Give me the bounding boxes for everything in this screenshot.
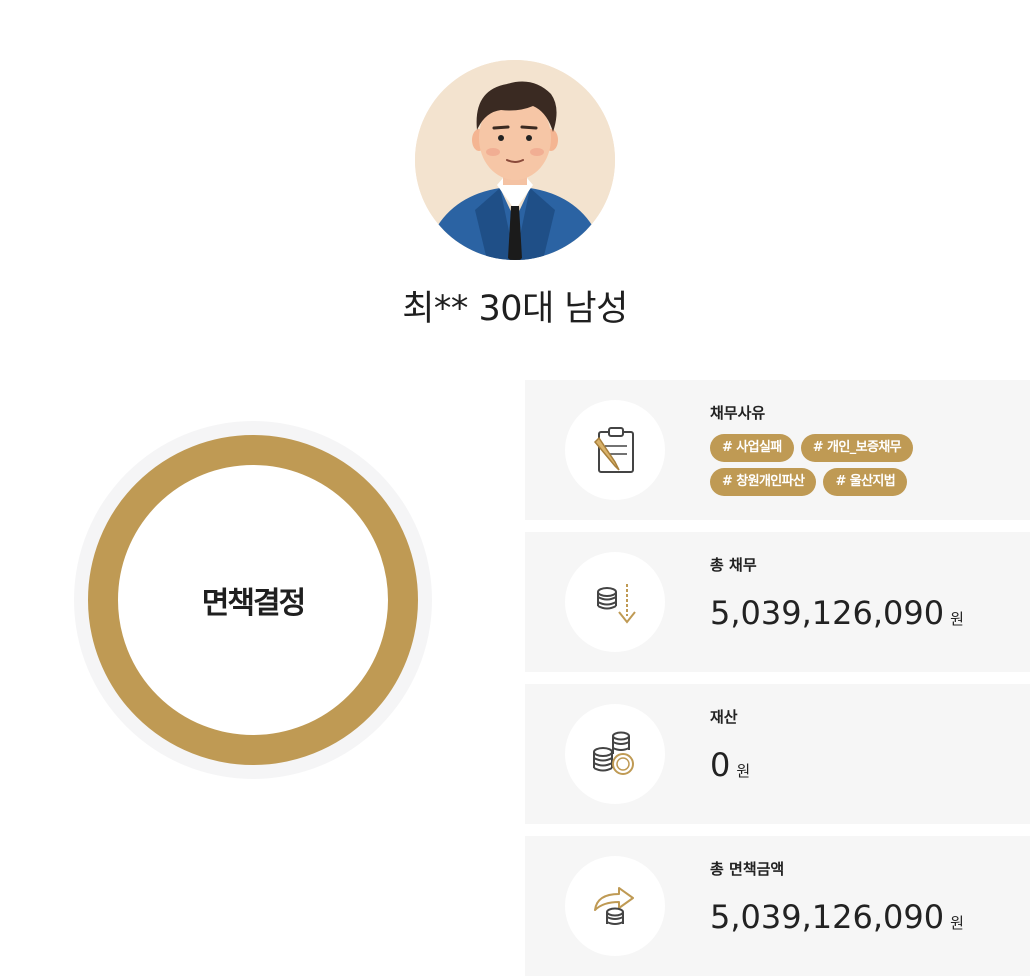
debt-reason-card: 채무사유 # 사업실패 # 개인_보증채무 # 창원개인파산 # 울산지법 [525,380,1030,520]
debt-reason-title: 채무사유 [710,404,766,422]
assets-title: 재산 [710,708,738,726]
icon-circle [565,856,665,956]
profile-avatar [415,60,615,260]
total-debt-unit: 원 [950,610,964,628]
icon-circle [565,552,665,652]
total-debt-card: 총 채무 5,039,126,090 원 [525,532,1030,672]
discharge-total-value-line: 5,039,126,090 원 [710,898,964,936]
reason-tag[interactable]: # 창원개인파산 [710,468,817,496]
coins-curved-arrow-icon [594,887,634,925]
total-debt-title: 총 채무 [710,556,757,574]
icon-circle [565,704,665,804]
coins-down-arrow-icon [597,584,636,624]
discharge-total-title: 총 면책금액 [710,860,785,878]
status-ring-container: 면책결정 [74,421,432,779]
reason-tag[interactable]: # 사업실패 [710,434,794,462]
discharge-total-value: 5,039,126,090 [710,898,945,936]
debt-reason-tags: # 사업실패 # 개인_보증채무 # 창원개인파산 # 울산지법 [710,434,1010,502]
assets-value-line: 0원 [710,746,750,784]
clipboard-pencil-icon [593,427,634,473]
icon-circle [565,400,665,500]
profile-name: 최** 30대 남성 [402,289,628,329]
discharge-total-card: 총 면책금액 5,039,126,090 원 [525,836,1030,976]
status-label: 면책결정 [201,586,306,621]
reason-tag[interactable]: # 울산지법 [823,468,908,496]
assets-unit: 원 [736,762,751,780]
man-in-suit-avatar-icon [415,60,615,260]
assets-card: 재산 0원 [525,684,1030,824]
reason-tag[interactable]: # 개인_보증채무 [800,434,914,462]
coin-stacks-icon [593,731,634,775]
assets-value: 0 [710,746,731,784]
total-debt-value-line: 5,039,126,090 원 [710,594,964,632]
discharge-total-unit: 원 [950,914,964,932]
total-debt-value: 5,039,126,090 [710,594,945,632]
